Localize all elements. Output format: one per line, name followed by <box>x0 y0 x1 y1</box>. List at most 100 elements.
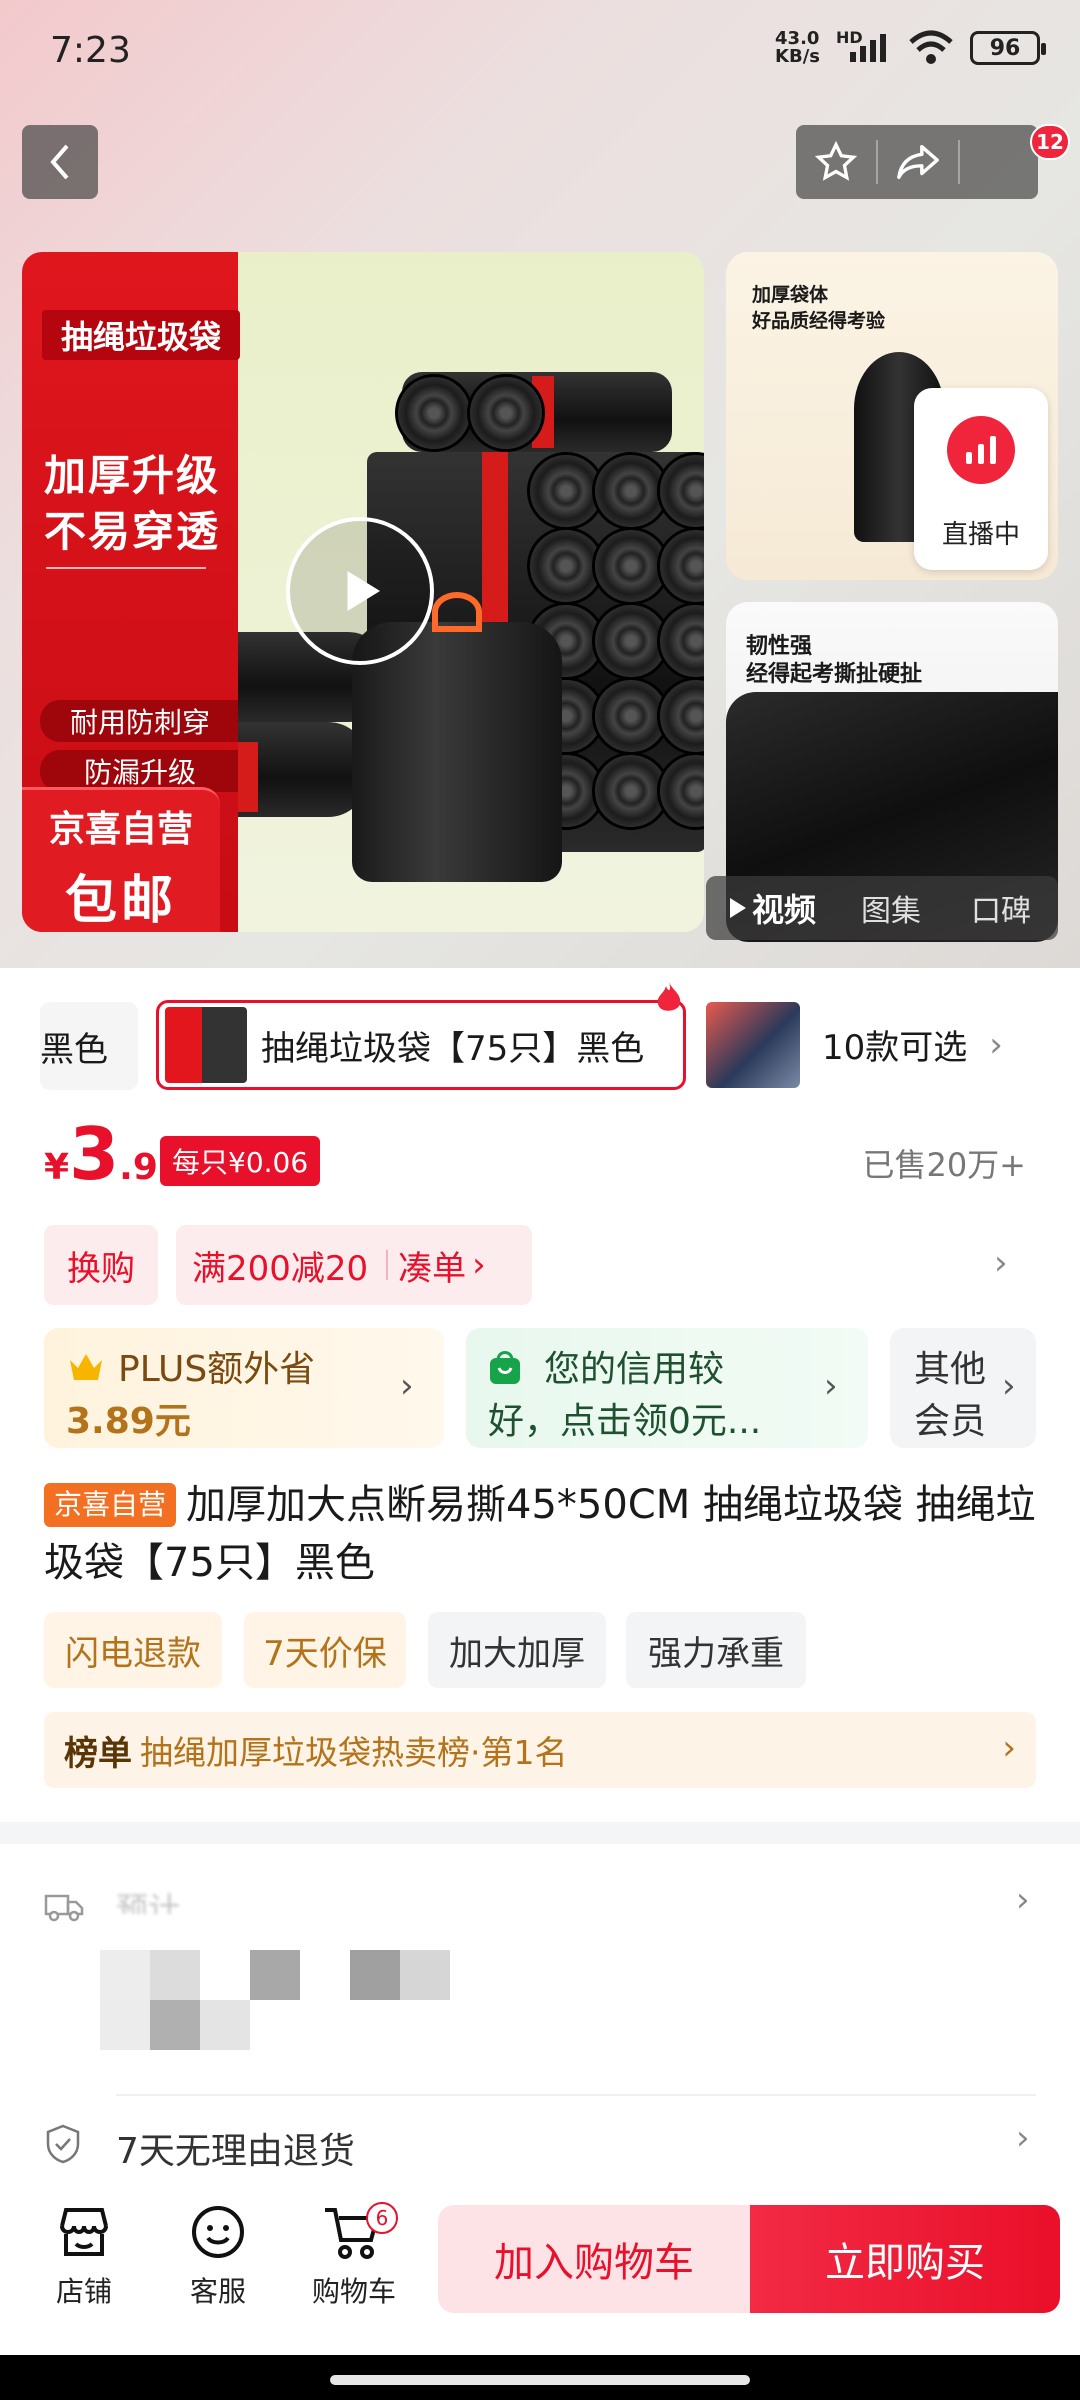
discount-chip[interactable]: 满200减20 凑单 › <box>176 1225 532 1305</box>
top-actions <box>796 125 1038 199</box>
live-icon <box>947 416 1015 484</box>
variant-selected-label: 抽绳垃圾袋【75只】黑色 <box>261 1028 645 1069</box>
shop-icon <box>60 2208 108 2256</box>
variant-thumbnail <box>165 1007 247 1083</box>
delivery-row[interactable]: 预计 › <box>0 1860 1080 2070</box>
service-label: 客服 <box>189 2275 246 2308</box>
variant-prev-label: 黑色 <box>40 1029 108 1070</box>
sold-count: 已售20万+ <box>862 1146 1026 1184</box>
play-small-icon <box>730 898 746 918</box>
ranking-label: 榜单 <box>64 1733 132 1774</box>
other-members-card[interactable]: 其他 会员 › <box>890 1328 1036 1448</box>
cart-count-badge: 12 <box>1030 124 1070 160</box>
main-product-image[interactable]: 抽绳垃圾袋 加厚升级 不易穿透 耐用防刺穿 防漏升级 京喜自营 包邮 <box>22 252 704 932</box>
red-tag: 抽绳垃圾袋 <box>42 310 240 360</box>
tag-price-protect: 7天价保 <box>244 1612 406 1688</box>
feature-2: 防漏升级 <box>40 750 240 792</box>
media-tabs: 视频 图集 口碑 <box>706 876 1058 940</box>
shield-check-icon <box>46 2124 80 2164</box>
variant-prev[interactable]: 黑色 <box>40 1002 138 1090</box>
bundle-label: 凑单 <box>398 1248 467 1289</box>
swap-chip[interactable]: 换购 <box>44 1225 158 1305</box>
divider <box>116 2094 1036 2096</box>
chevron-right-icon: › <box>1002 1728 1016 1768</box>
live-card[interactable]: 直播中 <box>914 388 1048 570</box>
status-icons: 43.0 KB/s HD 96 <box>775 28 1046 66</box>
more-button[interactable] <box>960 125 1038 199</box>
play-video-button[interactable] <box>286 517 434 665</box>
status-time: 7:23 <box>50 30 131 71</box>
product-title: 京喜自营 加厚加大点断易撕45*50CM 抽绳垃圾袋 抽绳垃圾袋【75只】黑色 <box>44 1476 1044 1592</box>
truck-icon <box>44 1894 84 1922</box>
play-icon <box>347 571 380 611</box>
share-button[interactable] <box>878 125 958 199</box>
side-image-1[interactable]: 加厚袋体 好品质经得考验 直播中 <box>726 252 1058 580</box>
network-speed: 43.0 KB/s <box>775 30 820 66</box>
product-gallery[interactable]: 7:23 43.0 KB/s HD 96 12 抽绳垃圾袋 加厚升级 不易穿透 … <box>0 0 1080 968</box>
add-to-cart-button[interactable]: 加入购物车 <box>438 2205 750 2313</box>
hot-flame-icon <box>657 982 681 1011</box>
free-shipping: 包邮 <box>64 871 177 931</box>
price-decimal: .9 <box>119 1147 158 1188</box>
chevron-left-icon <box>50 144 69 180</box>
tab-video[interactable]: 视频 <box>706 885 836 931</box>
service-button[interactable]: 客服 <box>178 2202 258 2310</box>
discount-label: 满200减20 <box>192 1248 369 1289</box>
more-variants[interactable]: 10款可选 › <box>822 1020 1003 1069</box>
section-separator <box>0 1822 1080 1844</box>
ranking-text: 抽绳加厚垃圾袋热卖榜·第1名 <box>140 1733 568 1772</box>
side-caption-1b: 好品质经得考验 <box>752 310 886 332</box>
status-bar: 7:23 43.0 KB/s HD 96 <box>0 0 1080 110</box>
credit-line1: 您的信用较 <box>544 1349 725 1390</box>
signal-icon: HD <box>836 28 892 64</box>
shop-label: 店铺 <box>55 2275 112 2308</box>
wifi-icon <box>909 30 953 64</box>
navigation-bar <box>0 2355 1080 2400</box>
brand-block: 京喜自营 包邮 <box>22 787 220 932</box>
ranking-row[interactable]: 榜单 抽绳加厚垃圾袋热卖榜·第1名 › <box>44 1712 1036 1788</box>
chevron-right-icon: › <box>989 1024 1003 1065</box>
shopping-bag-icon <box>490 1351 520 1384</box>
plus-line1: PLUS额外省 <box>118 1349 316 1390</box>
net-speed-unit: KB/s <box>775 46 820 67</box>
cart-label: 购物车 <box>311 2275 396 2308</box>
price: ¥ 3 .9 <box>44 1118 158 1190</box>
live-label: 直播中 <box>941 520 1020 550</box>
back-button[interactable] <box>22 125 98 199</box>
tab-video-label: 视频 <box>752 891 817 929</box>
divider <box>386 1250 389 1280</box>
shop-button[interactable]: 店铺 <box>44 2202 124 2310</box>
credit-card[interactable]: 您的信用较 好，点击领0元... › <box>466 1328 868 1448</box>
price-currency: ¥ <box>44 1147 70 1188</box>
promo-row[interactable]: 换购 满200减20 凑单 › › <box>0 1225 1080 1307</box>
chevron-right-icon: › <box>994 1243 1008 1283</box>
favorite-button[interactable] <box>796 125 876 199</box>
store-badge: 京喜自营 <box>44 1483 177 1527</box>
credit-line2: 好，点击领0元... <box>488 1401 762 1442</box>
other-line1: 其他 <box>914 1349 987 1390</box>
price-integer: 3 <box>69 1112 120 1196</box>
chevron-right-icon: › <box>400 1366 414 1406</box>
plus-line2: 3.89元 <box>66 1401 191 1442</box>
returns-text: 7天无理由退货 <box>116 2131 355 2172</box>
chevron-right-icon: › <box>1002 1366 1016 1406</box>
chevron-right-icon: › <box>472 1245 486 1285</box>
home-indicator[interactable] <box>330 2375 750 2385</box>
headline-2: 不易穿透 <box>44 507 221 556</box>
chevron-right-icon: › <box>1016 1880 1030 1920</box>
headline-1: 加厚升级 <box>44 451 221 500</box>
star-icon <box>814 140 858 181</box>
returns-row[interactable]: 7天无理由退货 › <box>0 2112 1080 2176</box>
buy-now-button[interactable]: 立即购买 <box>750 2205 1060 2313</box>
variant-selected[interactable]: 抽绳垃圾袋【75只】黑色 <box>156 1000 686 1090</box>
unit-price-badge: 每只¥0.06 <box>160 1136 321 1186</box>
crown-icon <box>70 1354 102 1380</box>
delivery-label: 预计 <box>116 1890 181 1914</box>
variant-thumbnail-next[interactable] <box>706 1002 800 1088</box>
battery-icon: 96 <box>970 31 1046 65</box>
tag-thick: 加大加厚 <box>428 1612 606 1688</box>
other-line2: 会员 <box>914 1401 987 1442</box>
plus-card[interactable]: PLUS额外省 3.89元 › <box>44 1328 444 1448</box>
tab-reviews[interactable]: 口碑 <box>946 886 1056 930</box>
tab-gallery[interactable]: 图集 <box>836 886 946 930</box>
